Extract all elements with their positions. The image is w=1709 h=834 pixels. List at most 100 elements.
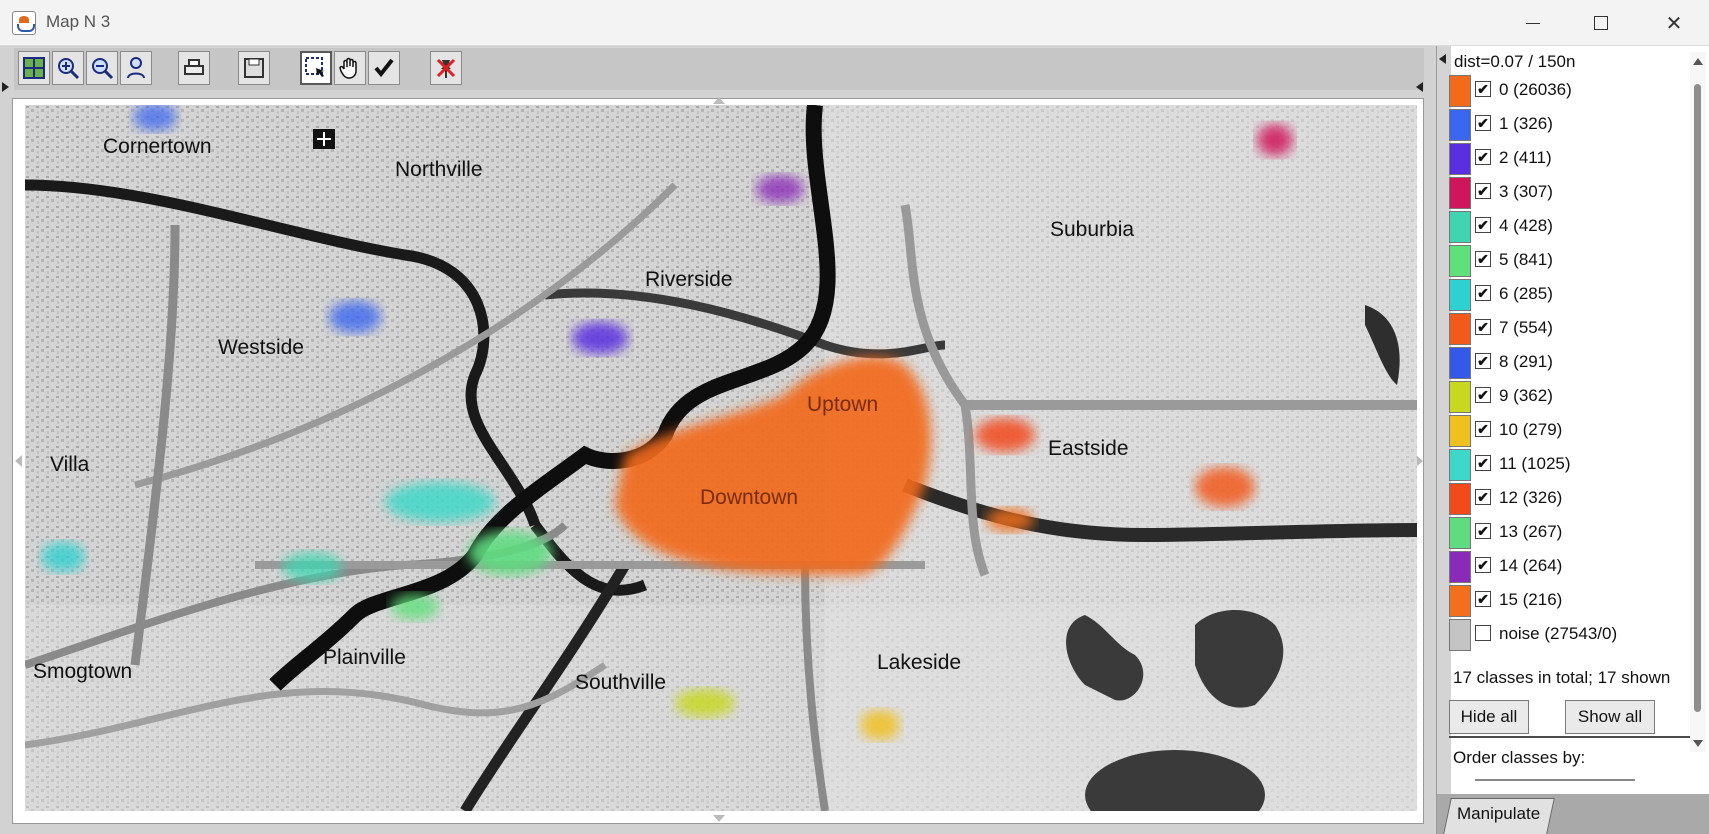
scroll-up-arrow-icon[interactable]	[713, 97, 725, 104]
printer-icon	[184, 59, 204, 75]
legend-swatch	[1449, 483, 1471, 515]
place-label-southville: Southville	[575, 671, 666, 694]
selection-cursor-icon	[305, 57, 324, 77]
legend-item-3[interactable]: ✔ 3 (307)	[1449, 176, 1687, 210]
legend-checkbox[interactable]: ✔	[1475, 387, 1491, 403]
legend-label: 1 (326)	[1499, 114, 1553, 133]
legend-swatch	[1449, 279, 1471, 311]
legend-header: dist=0.07 / 150n	[1454, 52, 1576, 71]
zoom-in-button[interactable]	[52, 51, 84, 85]
legend-item-12[interactable]: ✔ 12 (326)	[1449, 482, 1687, 516]
legend-label: 9 (362)	[1499, 386, 1553, 405]
pan-tool-button[interactable]	[334, 51, 366, 85]
tab-manipulate-label[interactable]: Manipulate	[1457, 804, 1540, 824]
scroll-left-arrow-icon[interactable]	[15, 455, 22, 467]
legend-item-1[interactable]: ✔ 1 (326)	[1449, 108, 1687, 142]
cluster-9-southville	[675, 689, 735, 717]
legend-checkbox[interactable]: ✔	[1475, 251, 1491, 267]
legend-checkbox[interactable]: ✔	[1475, 421, 1491, 437]
scroll-down-icon[interactable]	[1693, 740, 1703, 747]
legend-checkbox[interactable]: ✔	[1475, 217, 1491, 233]
legend-checkbox[interactable]: ✔	[1475, 319, 1491, 335]
legend-item-15[interactable]: ✔ 15 (216)	[1449, 584, 1687, 618]
legend-checkbox[interactable]: ✔	[1475, 285, 1491, 301]
legend-checkbox[interactable]: ✔	[1475, 115, 1491, 131]
scroll-down-arrow-icon[interactable]	[713, 815, 725, 822]
legend-item-noise[interactable]: noise (27543/0)	[1449, 618, 1687, 652]
scroll-right-arrow-icon[interactable]	[1416, 455, 1423, 467]
fit-map-button[interactable]	[18, 51, 50, 85]
title-bar: Map N 3 ✕	[0, 0, 1709, 46]
legend-item-10[interactable]: ✔ 10 (279)	[1449, 414, 1687, 448]
legend-checkbox[interactable]: ✔	[1475, 591, 1491, 607]
maximize-button[interactable]	[1567, 0, 1635, 46]
legend-checkbox[interactable]: ✔	[1475, 183, 1491, 199]
order-dropdown[interactable]	[1475, 779, 1635, 781]
legend-label: 13 (267)	[1499, 522, 1563, 541]
save-button[interactable]	[238, 51, 270, 85]
legend-label: 0 (26036)	[1499, 80, 1572, 99]
legend-swatch	[1449, 109, 1471, 141]
select-tool-button[interactable]	[300, 51, 332, 85]
window-title: Map N 3	[46, 12, 111, 31]
legend-swatch	[1449, 177, 1471, 209]
legend-item-8[interactable]: ✔ 8 (291)	[1449, 346, 1687, 380]
legend-item-4[interactable]: ✔ 4 (428)	[1449, 210, 1687, 244]
legend-panel: dist=0.07 / 150n ✔ 0 (26036) ✔ 1 (326) ✔…	[1436, 46, 1709, 834]
legend-item-0[interactable]: ✔ 0 (26036)	[1449, 74, 1687, 108]
divider	[1449, 736, 1694, 738]
collapse-left-icon[interactable]	[1439, 54, 1446, 64]
legend-checkbox[interactable]: ✔	[1475, 523, 1491, 539]
show-all-button[interactable]: Show all	[1565, 700, 1655, 734]
legend-swatch	[1449, 313, 1471, 345]
legend-item-5[interactable]: ✔ 5 (841)	[1449, 244, 1687, 278]
legend-swatch	[1449, 381, 1471, 413]
legend-item-6[interactable]: ✔ 6 (285)	[1449, 278, 1687, 312]
minimize-button[interactable]	[1499, 0, 1567, 46]
map-canvas[interactable]: Cornertown Northville Suburbia Riverside…	[25, 105, 1417, 811]
arrow-left-top-icon	[2, 82, 9, 92]
legend-checkbox[interactable]	[1475, 625, 1491, 641]
legend-label: 15 (216)	[1499, 590, 1563, 609]
legend-scrollbar[interactable]	[1690, 52, 1706, 752]
cluster-14-north	[756, 175, 804, 203]
legend-item-11[interactable]: ✔ 11 (1025)	[1449, 448, 1687, 482]
cluster-11-river	[385, 482, 495, 522]
map-frame: Cornertown Northville Suburbia Riverside…	[12, 97, 1424, 824]
legend-label: 10 (279)	[1499, 420, 1563, 439]
place-label-lakeside: Lakeside	[877, 651, 961, 674]
legend-label: 5 (841)	[1499, 250, 1553, 269]
scrollbar-thumb[interactable]	[1694, 84, 1701, 712]
legend-label: 11 (1025)	[1499, 454, 1571, 473]
legend-checkbox[interactable]: ✔	[1475, 353, 1491, 369]
legend-label: 3 (307)	[1499, 182, 1553, 201]
legend-item-7[interactable]: ✔ 7 (554)	[1449, 312, 1687, 346]
map-panel: Cornertown Northville Suburbia Riverside…	[0, 46, 1436, 834]
floppy-icon	[244, 58, 264, 78]
confirm-button[interactable]	[368, 51, 400, 85]
legend-checkbox[interactable]: ✔	[1475, 149, 1491, 165]
legend-checkbox[interactable]: ✔	[1475, 557, 1491, 573]
clear-selection-button[interactable]	[430, 51, 462, 85]
zoom-to-selection-button[interactable]	[120, 51, 152, 85]
scroll-up-icon[interactable]	[1693, 58, 1703, 65]
print-button[interactable]	[178, 51, 210, 85]
legend-item-9[interactable]: ✔ 9 (362)	[1449, 380, 1687, 414]
place-label-cornertown: Cornertown	[103, 135, 212, 158]
legend-swatch	[1449, 517, 1471, 549]
hide-all-button[interactable]: Hide all	[1449, 700, 1529, 734]
arrow-right-top-icon	[1416, 82, 1423, 92]
legend-label: 8 (291)	[1499, 352, 1553, 371]
legend-item-13[interactable]: ✔ 13 (267)	[1449, 516, 1687, 550]
legend-checkbox[interactable]: ✔	[1475, 455, 1491, 471]
legend-checkbox[interactable]: ✔	[1475, 81, 1491, 97]
legend-item-2[interactable]: ✔ 2 (411)	[1449, 142, 1687, 176]
close-button[interactable]: ✕	[1640, 0, 1708, 46]
zoom-out-button[interactable]	[86, 51, 118, 85]
legend-swatch	[1449, 585, 1471, 617]
legend-item-14[interactable]: ✔ 14 (264)	[1449, 550, 1687, 584]
cluster-2-diagonal	[572, 322, 628, 354]
legend-checkbox[interactable]: ✔	[1475, 489, 1491, 505]
cluster-3-northeast	[1257, 124, 1293, 156]
legend-swatch	[1449, 245, 1471, 277]
